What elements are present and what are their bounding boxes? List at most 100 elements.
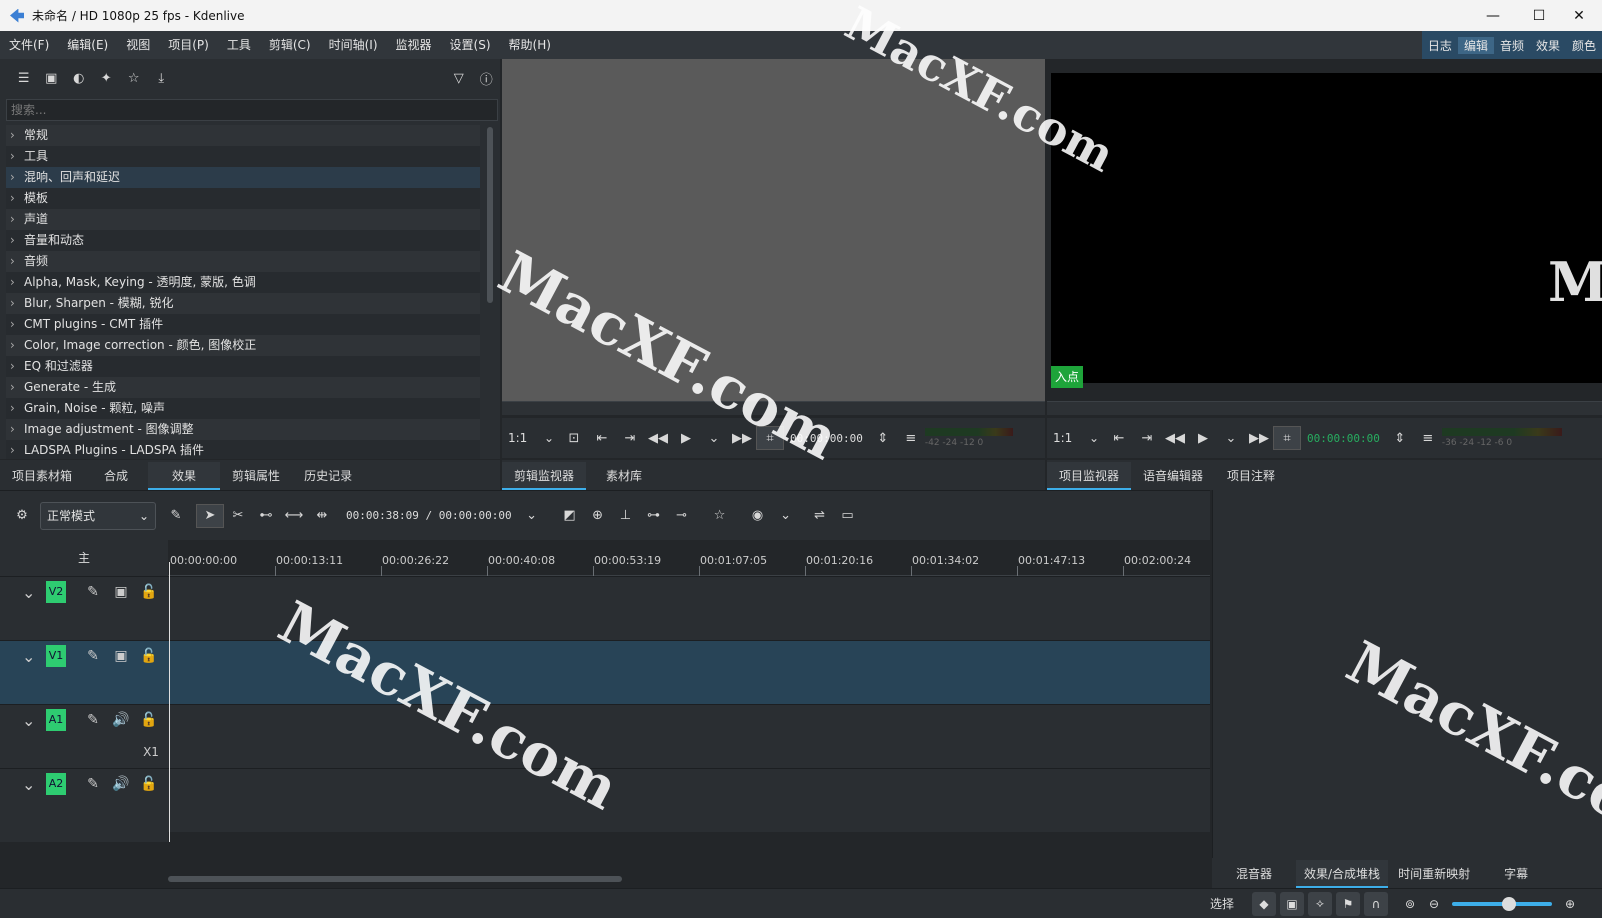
- layout-editing[interactable]: 编辑: [1457, 36, 1494, 54]
- tab-effect-stack[interactable]: 效果/合成堆栈: [1296, 860, 1389, 888]
- collapse-icon[interactable]: ⌄: [22, 647, 35, 666]
- audio-effects-icon[interactable]: ◐: [65, 66, 93, 90]
- layout-logging[interactable]: 日志: [1422, 37, 1458, 54]
- menu-project[interactable]: 项目(P): [159, 31, 218, 59]
- timeline-timecode[interactable]: 00:00:38:09 / 00:00:00:00: [336, 509, 518, 522]
- menu-file[interactable]: 文件(F): [0, 31, 58, 59]
- project-zoom-select[interactable]: 1:1 ⌄: [1047, 431, 1105, 445]
- forward-icon[interactable]: ▶▶: [1245, 426, 1273, 450]
- edit-mode-select[interactable]: 正常模式 ⌄: [40, 501, 156, 530]
- effect-category[interactable]: 常规: [6, 125, 480, 146]
- set-in-icon[interactable]: ⇤: [1105, 426, 1133, 450]
- play-options-icon[interactable]: ⌄: [1217, 426, 1245, 450]
- tab-mixer[interactable]: 混音器: [1212, 860, 1296, 888]
- set-out-icon[interactable]: ⇥: [616, 426, 644, 450]
- effect-category[interactable]: Grain, Noise - 颗粒, 噪声: [6, 398, 480, 419]
- composite-icon[interactable]: ◩: [556, 504, 584, 528]
- effect-category[interactable]: LADSPA Plugins - LADSPA 插件: [6, 440, 480, 459]
- tab-subtitles[interactable]: 字幕: [1480, 860, 1552, 888]
- effect-category[interactable]: CMT plugins - CMT 插件: [6, 314, 480, 335]
- thumbnail-icon[interactable]: ▣: [1280, 891, 1304, 916]
- collapse-icon[interactable]: ⌄: [22, 775, 35, 794]
- project-monitor-ruler[interactable]: [1047, 401, 1602, 415]
- menu-edit[interactable]: 编辑(E): [58, 31, 117, 59]
- razor-tool-icon[interactable]: ✂: [224, 504, 252, 528]
- tab-speech-editor[interactable]: 语音编辑器: [1131, 462, 1215, 490]
- effects-search-input[interactable]: 搜索...: [6, 99, 498, 121]
- effect-category[interactable]: 混响、回声和延迟: [6, 167, 480, 188]
- custom-effects-icon[interactable]: ✦: [93, 66, 121, 90]
- scrollbar-thumb[interactable]: [487, 127, 493, 303]
- snap-icon[interactable]: ∩: [1364, 891, 1388, 916]
- select-tool-icon[interactable]: ➤: [196, 503, 224, 528]
- master-track-label[interactable]: 主: [0, 540, 168, 576]
- subtitle-icon[interactable]: ▭: [834, 504, 862, 528]
- menu-help[interactable]: 帮助(H): [500, 31, 560, 59]
- effect-category[interactable]: 声道: [6, 209, 480, 230]
- tab-project-bin[interactable]: 项目素材箱: [0, 462, 84, 490]
- collapse-icon[interactable]: ⌄: [22, 583, 35, 602]
- track-name[interactable]: A1: [46, 709, 66, 731]
- collapse-icon[interactable]: ⌄: [22, 711, 35, 730]
- lock-icon[interactable]: 🔓: [138, 773, 160, 795]
- effect-category[interactable]: 模板: [6, 188, 480, 209]
- insert-icon[interactable]: ⊕: [584, 504, 612, 528]
- video-effects-icon[interactable]: ▣: [38, 66, 66, 90]
- effect-category[interactable]: 工具: [6, 146, 480, 167]
- download-icon[interactable]: ⤓: [148, 66, 176, 90]
- zoom-out-icon[interactable]: ⊖: [1422, 892, 1446, 916]
- marker-icon[interactable]: ⚑: [1336, 891, 1360, 916]
- overwrite-icon[interactable]: ⊥: [612, 504, 640, 528]
- tab-clip-properties[interactable]: 剪辑属性: [220, 462, 292, 490]
- layout-effects[interactable]: 效果: [1530, 37, 1566, 54]
- menu-monitor[interactable]: 监视器: [387, 31, 441, 59]
- menu-timeline[interactable]: 时间轴(I): [320, 31, 387, 59]
- slip-tool-icon[interactable]: ⇹: [308, 504, 336, 528]
- effect-category[interactable]: Color, Image correction - 颜色, 图像校正: [6, 335, 480, 356]
- filter-icon[interactable]: ▽: [445, 66, 473, 90]
- extract-icon[interactable]: ⊶: [640, 504, 668, 528]
- ripple-tool-icon[interactable]: ⟷: [280, 504, 308, 528]
- rewind-icon[interactable]: ◀◀: [644, 426, 672, 450]
- effect-category[interactable]: 音量和动态: [6, 230, 480, 251]
- magic-wand-icon[interactable]: ✎: [162, 504, 190, 528]
- play-icon[interactable]: ▶: [672, 426, 700, 450]
- menu-settings[interactable]: 设置(S): [441, 31, 500, 59]
- project-monitor-screen[interactable]: [1051, 73, 1602, 383]
- fit-icon[interactable]: ⊡: [560, 426, 588, 450]
- rewind-icon[interactable]: ◀◀: [1161, 426, 1189, 450]
- tab-clip-monitor[interactable]: 剪辑监视器: [502, 462, 587, 490]
- playhead[interactable]: [169, 562, 170, 842]
- set-in-icon[interactable]: ⇤: [588, 426, 616, 450]
- tab-library[interactable]: 素材库: [586, 462, 662, 490]
- chevron-down-icon[interactable]: ⌄: [772, 504, 800, 528]
- timecode-spin-icon[interactable]: ⇕: [1386, 426, 1414, 450]
- track-lane-a2[interactable]: [168, 768, 1210, 832]
- crop-icon[interactable]: ⌗: [1273, 426, 1301, 450]
- tab-time-remapping[interactable]: 时间重新映射: [1388, 860, 1480, 888]
- layout-color[interactable]: 颜色: [1566, 37, 1602, 54]
- favorite-icon[interactable]: ☆: [706, 504, 734, 528]
- effects-icon[interactable]: ✎: [82, 709, 104, 731]
- zoom-slider[interactable]: [1452, 896, 1552, 911]
- effect-category[interactable]: Blur, Sharpen - 模糊, 锐化: [6, 293, 480, 314]
- effect-category[interactable]: EQ 和过滤器: [6, 356, 480, 377]
- mixer-icon[interactable]: ⇌: [806, 504, 834, 528]
- record-icon[interactable]: ◉: [744, 504, 772, 528]
- lock-icon[interactable]: 🔓: [138, 709, 160, 731]
- track-name[interactable]: V1: [46, 645, 66, 667]
- zoom-slider-handle[interactable]: [1502, 896, 1516, 911]
- project-timecode[interactable]: 00:00:00:00: [1301, 432, 1386, 445]
- film-icon[interactable]: ▣: [110, 581, 132, 603]
- chevron-down-icon[interactable]: ⌄: [518, 504, 546, 528]
- zoom-fit-icon[interactable]: ⊚: [1398, 892, 1422, 916]
- clip-zoom-select[interactable]: 1:1 ⌄: [502, 431, 560, 445]
- track-settings-icon[interactable]: ⚙: [8, 504, 36, 528]
- audio-thumbnail-icon[interactable]: ⟡: [1308, 891, 1332, 916]
- info-icon[interactable]: ⓘ: [473, 66, 501, 90]
- tab-undo-history[interactable]: 历史记录: [292, 462, 364, 490]
- favorites-icon[interactable]: ☆: [120, 66, 148, 90]
- effect-category[interactable]: Generate - 生成: [6, 377, 480, 398]
- menu-view[interactable]: 视图: [117, 31, 159, 59]
- tag-icon[interactable]: ◆: [1252, 891, 1276, 916]
